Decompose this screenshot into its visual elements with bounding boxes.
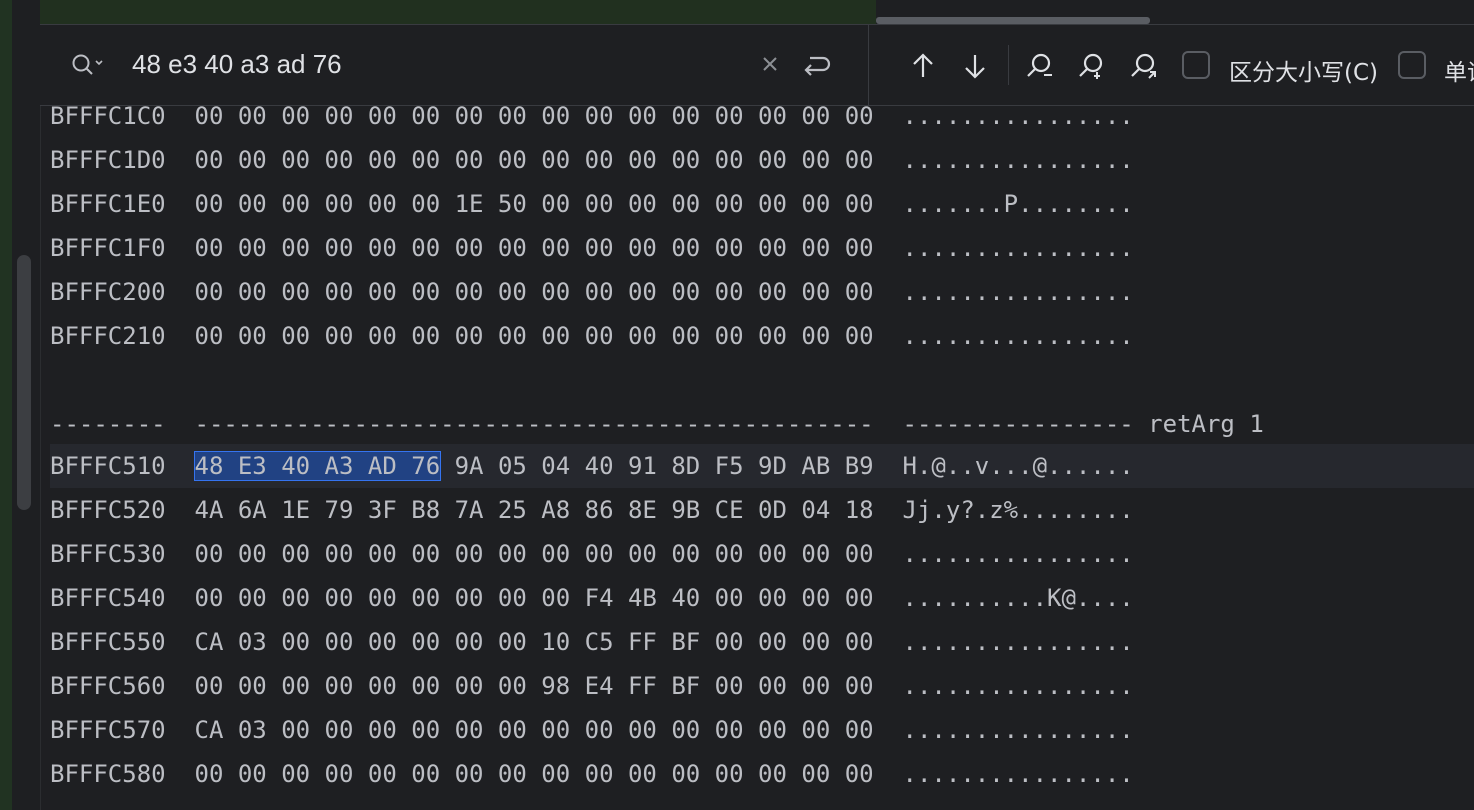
hex-row: BFFFC520 4A 6A 1E 79 3F B8 7A 25 A8 86 8… bbox=[50, 496, 1134, 524]
search-input[interactable]: 48 e3 40 a3 ad 76 bbox=[132, 49, 342, 80]
hex-row: BFFFC530 00 00 00 00 00 00 00 00 00 00 0… bbox=[50, 540, 1134, 568]
section-label: retArg 1 bbox=[1148, 410, 1264, 438]
tab-bar bbox=[40, 0, 1474, 25]
toolbar-separator bbox=[868, 25, 869, 105]
hex-row: BFFFC1C0 00 00 00 00 00 00 00 00 00 00 0… bbox=[50, 106, 1134, 130]
left-panel-edge bbox=[0, 0, 12, 810]
hex-row: BFFFC550 CA 03 00 00 00 00 00 00 10 C5 F… bbox=[50, 628, 1134, 656]
arrow-up-icon[interactable] bbox=[908, 51, 938, 81]
match-case-label[interactable]: 区分大小写(C) bbox=[1229, 53, 1378, 87]
section-separator: -------- -------------------------------… bbox=[50, 410, 1264, 438]
hex-row: BFFFC580 00 00 00 00 00 00 00 00 00 00 0… bbox=[50, 760, 1134, 788]
clear-icon[interactable] bbox=[760, 54, 780, 74]
hex-row: BFFFC560 00 00 00 00 00 00 00 00 98 E4 F… bbox=[50, 672, 1134, 700]
find-bar: 48 e3 40 a3 ad 76 区分大小写(C) 单词 bbox=[40, 25, 1474, 106]
hex-row: BFFFC570 CA 03 00 00 00 00 00 00 00 00 0… bbox=[50, 716, 1134, 744]
select-all-icon[interactable] bbox=[1076, 51, 1106, 81]
search-match[interactable]: 48 E3 40 A3 AD 76 bbox=[193, 451, 442, 481]
filter-icon[interactable] bbox=[1024, 51, 1054, 81]
words-checkbox[interactable] bbox=[1398, 51, 1426, 79]
arrow-down-icon[interactable] bbox=[960, 51, 990, 81]
hex-row: BFFFC1D0 00 00 00 00 00 00 00 00 00 00 0… bbox=[50, 146, 1134, 174]
gutter-scrollbar[interactable] bbox=[17, 255, 31, 510]
hex-row: BFFFC200 00 00 00 00 00 00 00 00 00 00 0… bbox=[50, 278, 1134, 306]
open-in-window-icon[interactable] bbox=[1128, 51, 1158, 81]
hex-row: BFFFC210 00 00 00 00 00 00 00 00 00 00 0… bbox=[50, 322, 1134, 350]
hex-row: BFFFC1F0 00 00 00 00 00 00 00 00 00 00 0… bbox=[50, 234, 1134, 262]
hex-row: BFFFC540 00 00 00 00 00 00 00 00 00 F4 4… bbox=[50, 584, 1134, 612]
hex-dump-view: BFFFC1C0 00 00 00 00 00 00 00 00 00 00 0… bbox=[40, 106, 1474, 810]
toolbar-separator-2 bbox=[1008, 45, 1009, 85]
match-case-checkbox[interactable] bbox=[1182, 51, 1210, 79]
hex-row-current[interactable]: BFFFC510 48 E3 40 A3 AD 76 9A 05 04 40 9… bbox=[50, 444, 1134, 488]
hex-row: BFFFC1E0 00 00 00 00 00 00 1E 50 00 00 0… bbox=[50, 190, 1134, 218]
words-label[interactable]: 单词 bbox=[1444, 53, 1474, 87]
tab-scrollbar[interactable] bbox=[876, 17, 1150, 24]
active-tab-area[interactable] bbox=[40, 0, 876, 24]
new-line-icon[interactable] bbox=[798, 51, 832, 79]
search-icon[interactable] bbox=[70, 52, 104, 78]
